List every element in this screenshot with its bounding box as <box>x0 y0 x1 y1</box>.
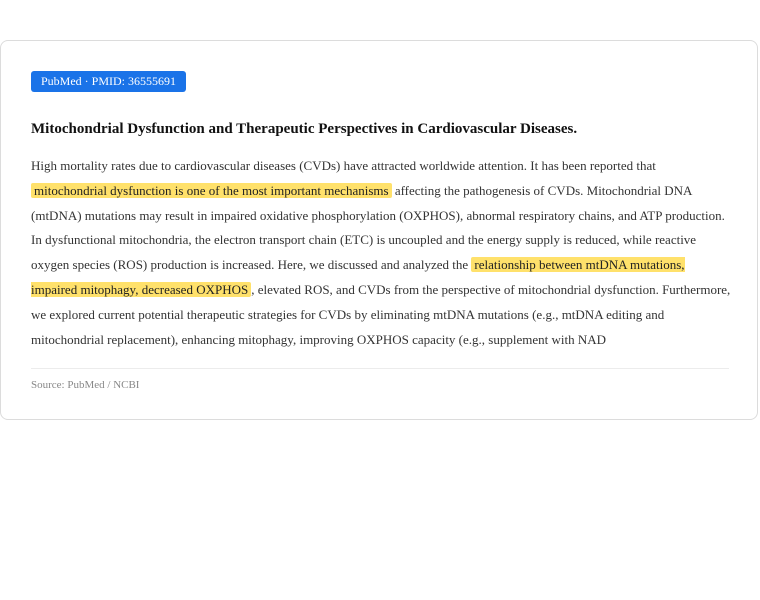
highlight-mechanisms: mitochondrial dysfunction is one of the … <box>31 182 392 198</box>
abstract-text: High mortality rates due to cardiovascul… <box>31 154 731 352</box>
pmid-badge: PubMed · PMID: 36555691 <box>31 71 187 92</box>
source-line: Source: PubMed / NCBI <box>31 379 140 391</box>
abstract-segment: High mortality rates due to cardiovascul… <box>31 158 656 173</box>
article-card: PubMed · PMID: 36555691 Mitochondrial Dy… <box>0 40 758 420</box>
divider <box>31 368 729 369</box>
article-title: Mitochondrial Dysfunction and Therapeuti… <box>31 121 578 137</box>
